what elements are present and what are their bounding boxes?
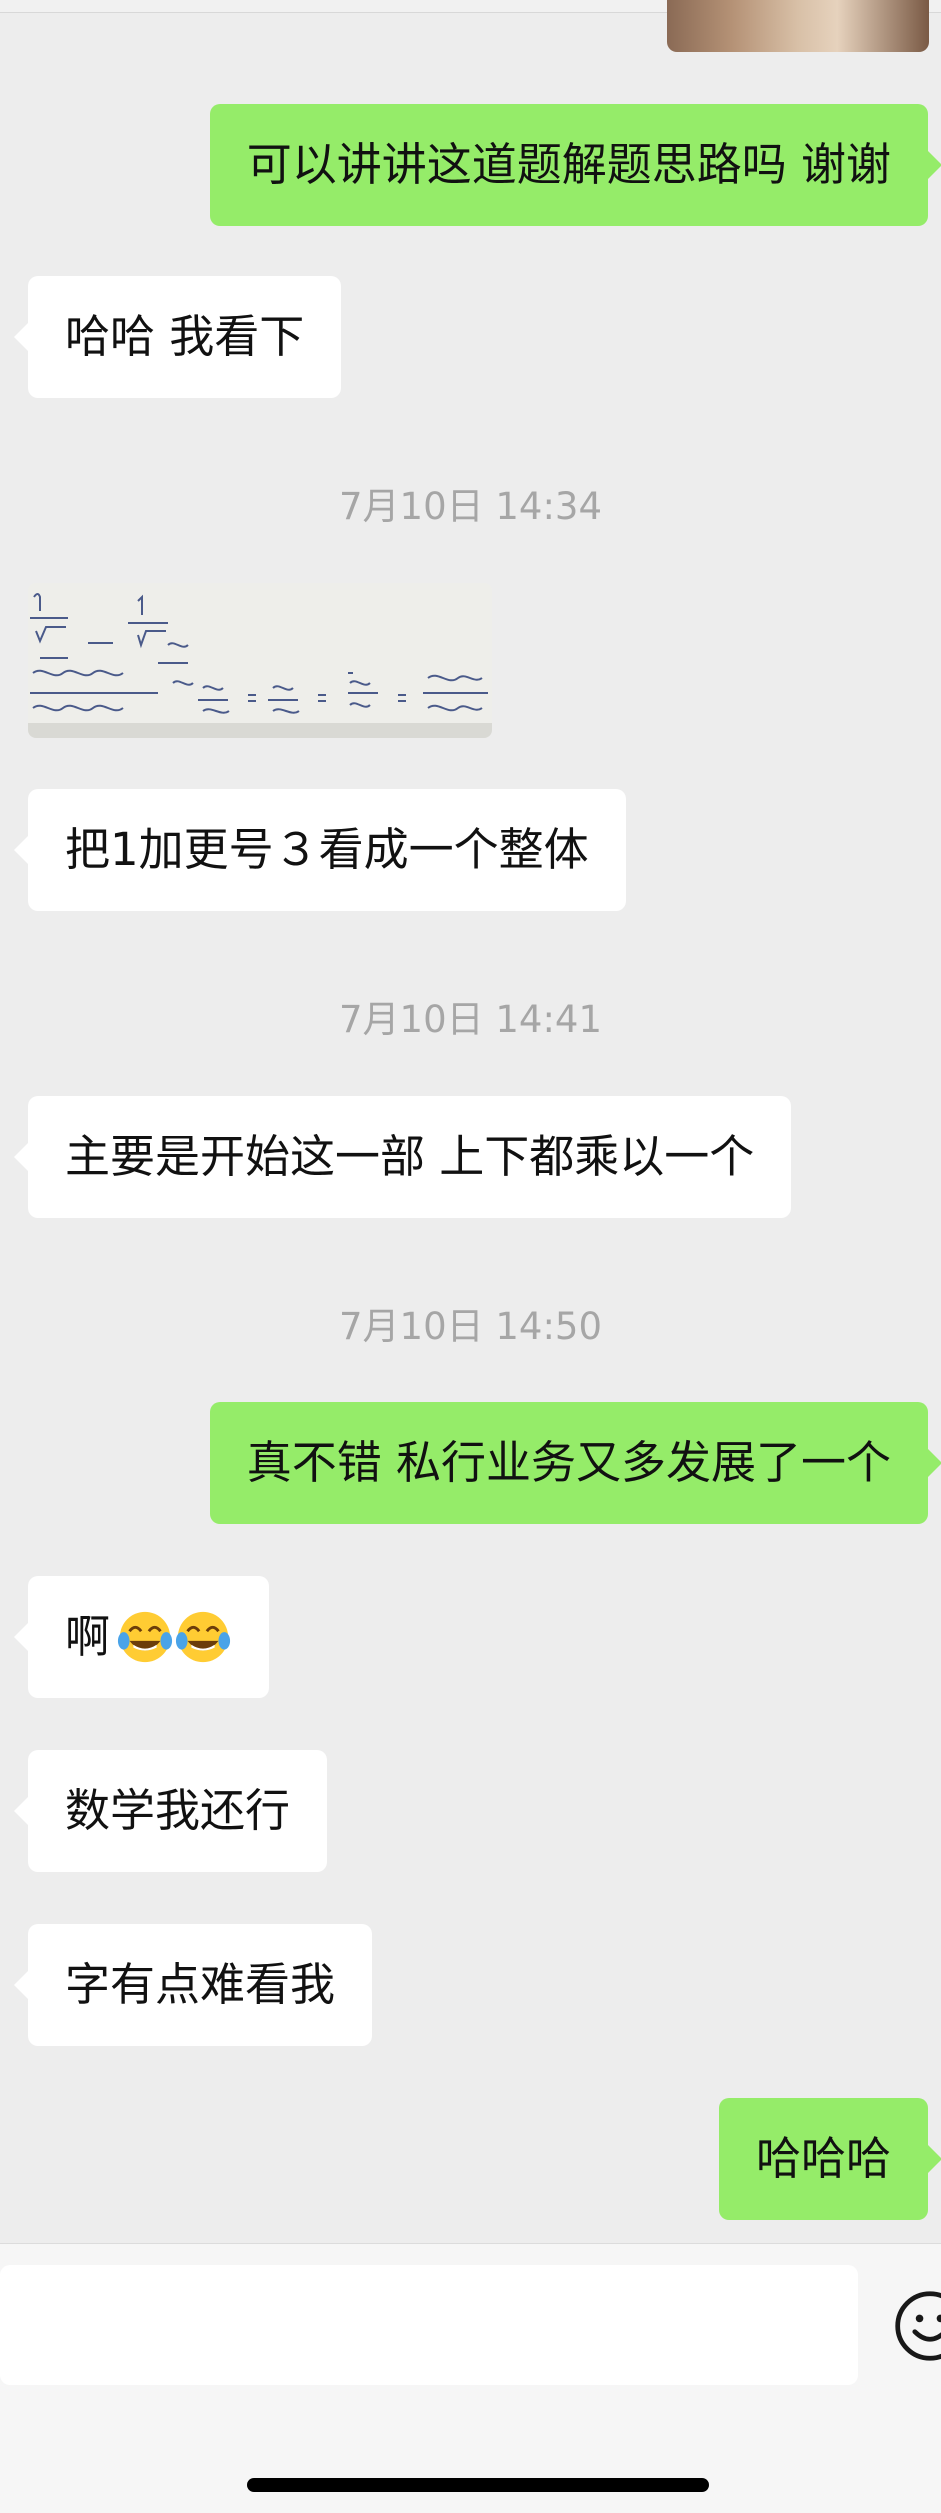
timestamp: 7月10日 14:34: [338, 485, 602, 528]
message-text: 哈哈 我看下: [65, 310, 305, 363]
sent-photo-thumbnail[interactable]: [667, 0, 929, 52]
message-bubble-received[interactable]: 字有点难看我: [13, 1924, 373, 2046]
message-bubble-sent[interactable]: 哈哈哈: [718, 2098, 941, 2220]
timestamp: 7月10日 14:41: [338, 998, 602, 1041]
message-text: 数学我还行: [65, 1784, 291, 1837]
tears-of-joy-emoji: [175, 1611, 231, 1663]
message-text: 哈哈哈: [755, 2132, 891, 2185]
message-input[interactable]: [0, 2265, 858, 2385]
home-indicator[interactable]: [247, 2478, 709, 2492]
tears-of-joy-emoji: [117, 1611, 173, 1663]
handwritten-math-image: [28, 583, 492, 738]
message-bubble-received[interactable]: 把1加更号３看成一个整体: [14, 789, 626, 911]
chat-screen: 可以讲讲这道题解题思路吗 谢谢 哈哈 我看下 7月10日 14:34 把1加更号…: [0, 0, 941, 2513]
message-text: 可以讲讲这道题解题思路吗 谢谢: [246, 138, 891, 191]
message-text: 把1加更号３看成一个整体: [65, 823, 589, 876]
emoji-icon[interactable]: [892, 2288, 941, 2364]
message-bubble-received[interactable]: 数学我还行: [13, 1750, 328, 1872]
timestamp: 7月10日 14:50: [338, 1305, 602, 1348]
message-bubble-sent[interactable]: 真不错 私行业务又多发展了一个: [209, 1402, 941, 1524]
message-bubble-sent[interactable]: 可以讲讲这道题解题思路吗 谢谢: [209, 104, 941, 226]
message-text: 字有点难看我: [65, 1958, 336, 2011]
message-bubble-received[interactable]: 啊: [13, 1576, 270, 1698]
message-text: 啊: [65, 1610, 111, 1663]
message-text: 主要是开始这一部 上下都乘以一个: [65, 1130, 755, 1183]
message-bubble-received[interactable]: 主要是开始这一部 上下都乘以一个: [13, 1096, 792, 1218]
received-photo-math-solution[interactable]: [28, 583, 492, 738]
message-bubble-received[interactable]: 哈哈 我看下: [13, 276, 342, 398]
message-text: 真不错 私行业务又多发展了一个: [246, 1436, 891, 1489]
